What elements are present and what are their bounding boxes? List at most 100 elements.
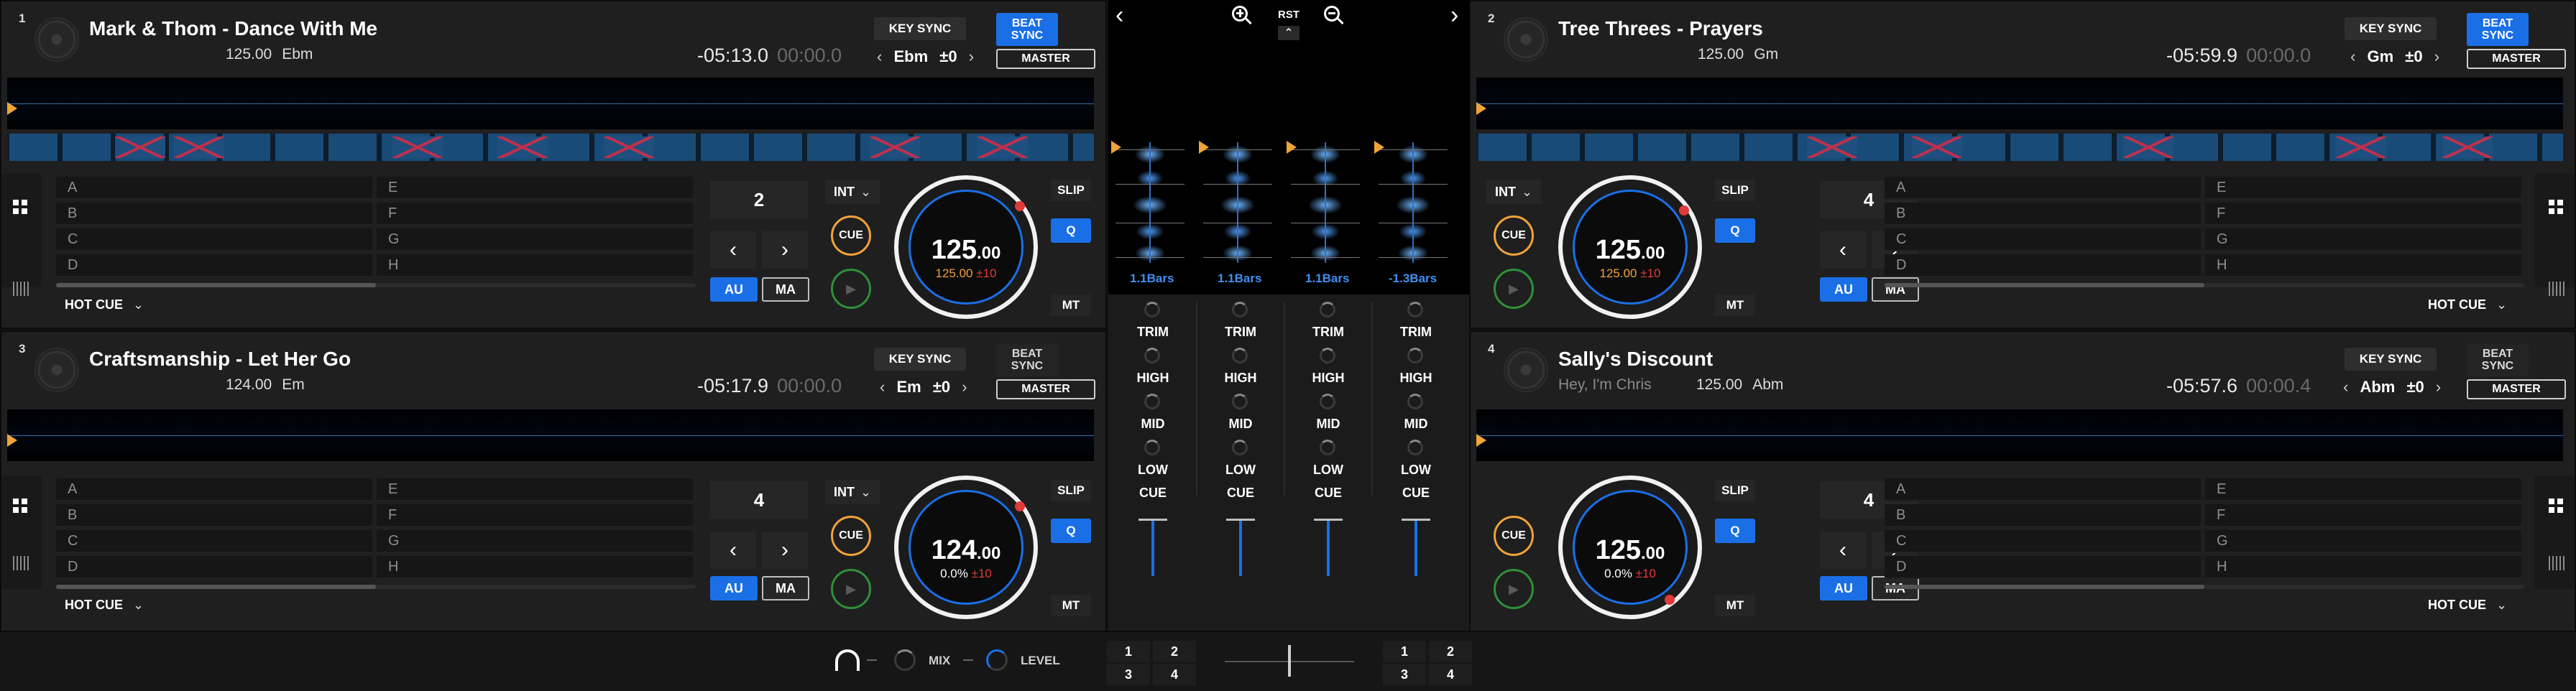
hotcue-f[interactable]: F xyxy=(377,504,693,527)
hotcue-a[interactable]: A xyxy=(1885,478,2201,501)
loop-beats[interactable]: 4 xyxy=(710,481,808,519)
hotcue-c[interactable]: C xyxy=(56,228,372,251)
key-up-icon[interactable]: › xyxy=(2434,47,2439,65)
crossfader-handle[interactable] xyxy=(1288,645,1291,677)
master-button[interactable]: MASTER xyxy=(2467,379,2566,399)
crossfader-left-ch-1[interactable]: 1 xyxy=(1107,641,1150,662)
hotcue-c[interactable]: C xyxy=(1885,530,2201,553)
hotcue-h[interactable]: H xyxy=(2205,556,2521,579)
waveform-overview[interactable] xyxy=(7,134,1094,161)
low-knob[interactable] xyxy=(1407,440,1423,455)
hotcue-e[interactable]: E xyxy=(377,478,693,501)
grid-view-icon[interactable] xyxy=(2549,498,2563,513)
loop-prev-button[interactable]: ‹ xyxy=(1820,532,1866,569)
au-button[interactable]: AU xyxy=(1820,576,1867,600)
jog-wheel[interactable]: 124.00 0.0% ±10 xyxy=(894,476,1038,619)
fader-handle[interactable] xyxy=(1138,519,1167,521)
hotcue-e[interactable]: E xyxy=(2205,177,2521,200)
waveform-view-icon[interactable] xyxy=(13,282,29,296)
quantize-button[interactable]: Q xyxy=(1715,519,1755,543)
loop-next-button[interactable]: › xyxy=(762,532,808,569)
master-tempo-button[interactable]: MT xyxy=(1051,295,1091,316)
rst-button[interactable]: RST xyxy=(1278,9,1300,21)
waveform-view-icon[interactable] xyxy=(2549,556,2564,570)
trim-knob[interactable] xyxy=(1232,302,1248,317)
fader-handle[interactable] xyxy=(1402,519,1430,521)
hotcue-c[interactable]: C xyxy=(1885,228,2201,251)
master-button[interactable]: MASTER xyxy=(996,49,1095,69)
au-button[interactable]: AU xyxy=(710,576,758,600)
slip-button[interactable]: SLIP xyxy=(1051,480,1091,501)
hotcue-d[interactable]: D xyxy=(56,254,372,277)
headphones-icon[interactable] xyxy=(835,649,860,671)
jog-wheel[interactable]: 125.00 0.0% ±10 xyxy=(1558,476,1702,619)
master-tempo-button[interactable]: MT xyxy=(1715,595,1755,616)
low-knob[interactable] xyxy=(1232,440,1248,455)
master-tempo-button[interactable]: MT xyxy=(1051,595,1091,616)
grid-view-icon[interactable] xyxy=(13,200,27,214)
jog-wheel[interactable]: 125.00 125.00 ±10 xyxy=(1558,175,1702,319)
hotcue-c[interactable]: C xyxy=(56,530,372,553)
key-down-icon[interactable]: ‹ xyxy=(880,378,885,396)
high-knob[interactable] xyxy=(1320,348,1335,363)
hotcue-g[interactable]: G xyxy=(2205,228,2521,251)
hotcue-b[interactable]: B xyxy=(1885,504,2201,527)
mid-knob[interactable] xyxy=(1232,394,1248,409)
hotcue-g[interactable]: G xyxy=(377,530,693,553)
hotcue-b[interactable]: B xyxy=(56,203,372,226)
trim-knob[interactable] xyxy=(1144,302,1160,317)
key-sync-button[interactable]: KEY SYNC xyxy=(874,348,966,371)
beat-sync-button[interactable]: BEAT SYNC xyxy=(2467,13,2529,46)
mid-knob[interactable] xyxy=(1407,394,1423,409)
waveform[interactable] xyxy=(1476,78,2563,129)
ma-button[interactable]: MA xyxy=(762,277,809,302)
fader-handle[interactable] xyxy=(1226,519,1255,521)
hotcue-g[interactable]: G xyxy=(377,228,693,251)
crossfader-left-ch-2[interactable]: 2 xyxy=(1153,641,1196,662)
au-button[interactable]: AU xyxy=(1820,277,1867,302)
key-sync-button[interactable]: KEY SYNC xyxy=(874,17,966,40)
trim-knob[interactable] xyxy=(1320,302,1335,317)
ma-button[interactable]: MA xyxy=(1872,277,1919,302)
chevron-up-icon[interactable]: ⌃ xyxy=(1278,26,1300,40)
hotcue-d[interactable]: D xyxy=(1885,556,2201,579)
cue-button[interactable]: CUE xyxy=(831,215,871,256)
channel-fader[interactable] xyxy=(1414,519,1417,576)
slip-button[interactable]: SLIP xyxy=(1051,180,1091,201)
key-sync-button[interactable]: KEY SYNC xyxy=(2345,348,2437,371)
crossfader-right-ch-4[interactable]: 4 xyxy=(1429,664,1472,685)
hotcue-g[interactable]: G xyxy=(2205,530,2521,553)
hotcue-b[interactable]: B xyxy=(1885,203,2201,226)
hotcue-d[interactable]: D xyxy=(56,556,372,579)
hotcue-scrollbar[interactable] xyxy=(1885,585,2524,589)
high-knob[interactable] xyxy=(1407,348,1423,363)
crossfader-right-ch-1[interactable]: 1 xyxy=(1383,641,1426,662)
hotcue-e[interactable]: E xyxy=(377,177,693,200)
key-down-icon[interactable]: ‹ xyxy=(877,47,882,65)
crossfader-left-ch-3[interactable]: 3 xyxy=(1107,664,1150,685)
quantize-button[interactable]: Q xyxy=(1715,218,1755,243)
hotcue-a[interactable]: A xyxy=(1885,177,2201,200)
channel-cue-button[interactable]: CUE xyxy=(1219,486,1262,501)
slip-button[interactable]: SLIP xyxy=(1715,480,1755,501)
loop-prev-button[interactable]: ‹ xyxy=(710,532,756,569)
channel-fader[interactable] xyxy=(1239,519,1242,576)
play-button[interactable]: ▶ xyxy=(1494,269,1534,309)
au-button[interactable]: AU xyxy=(710,277,758,302)
mid-knob[interactable] xyxy=(1320,394,1335,409)
mid-knob[interactable] xyxy=(1144,394,1160,409)
beat-sync-button[interactable]: BEAT SYNC xyxy=(996,343,1058,376)
play-button[interactable]: ▶ xyxy=(831,269,871,309)
int-select[interactable]: INT ⌄ xyxy=(825,480,880,504)
slip-button[interactable]: SLIP xyxy=(1715,180,1755,201)
hotcue-scrollbar[interactable] xyxy=(56,585,696,589)
waveform[interactable] xyxy=(7,409,1094,461)
loop-next-button[interactable]: › xyxy=(762,231,808,269)
hotcue-a[interactable]: A xyxy=(56,478,372,501)
hotcue-h[interactable]: H xyxy=(377,556,693,579)
hotcue-f[interactable]: F xyxy=(377,203,693,226)
beat-sync-button[interactable]: BEAT SYNC xyxy=(2467,343,2529,376)
grid-view-icon[interactable] xyxy=(2549,200,2563,214)
crossfader-right-ch-2[interactable]: 2 xyxy=(1429,641,1472,662)
hotcue-scrollbar[interactable] xyxy=(1885,283,2524,287)
